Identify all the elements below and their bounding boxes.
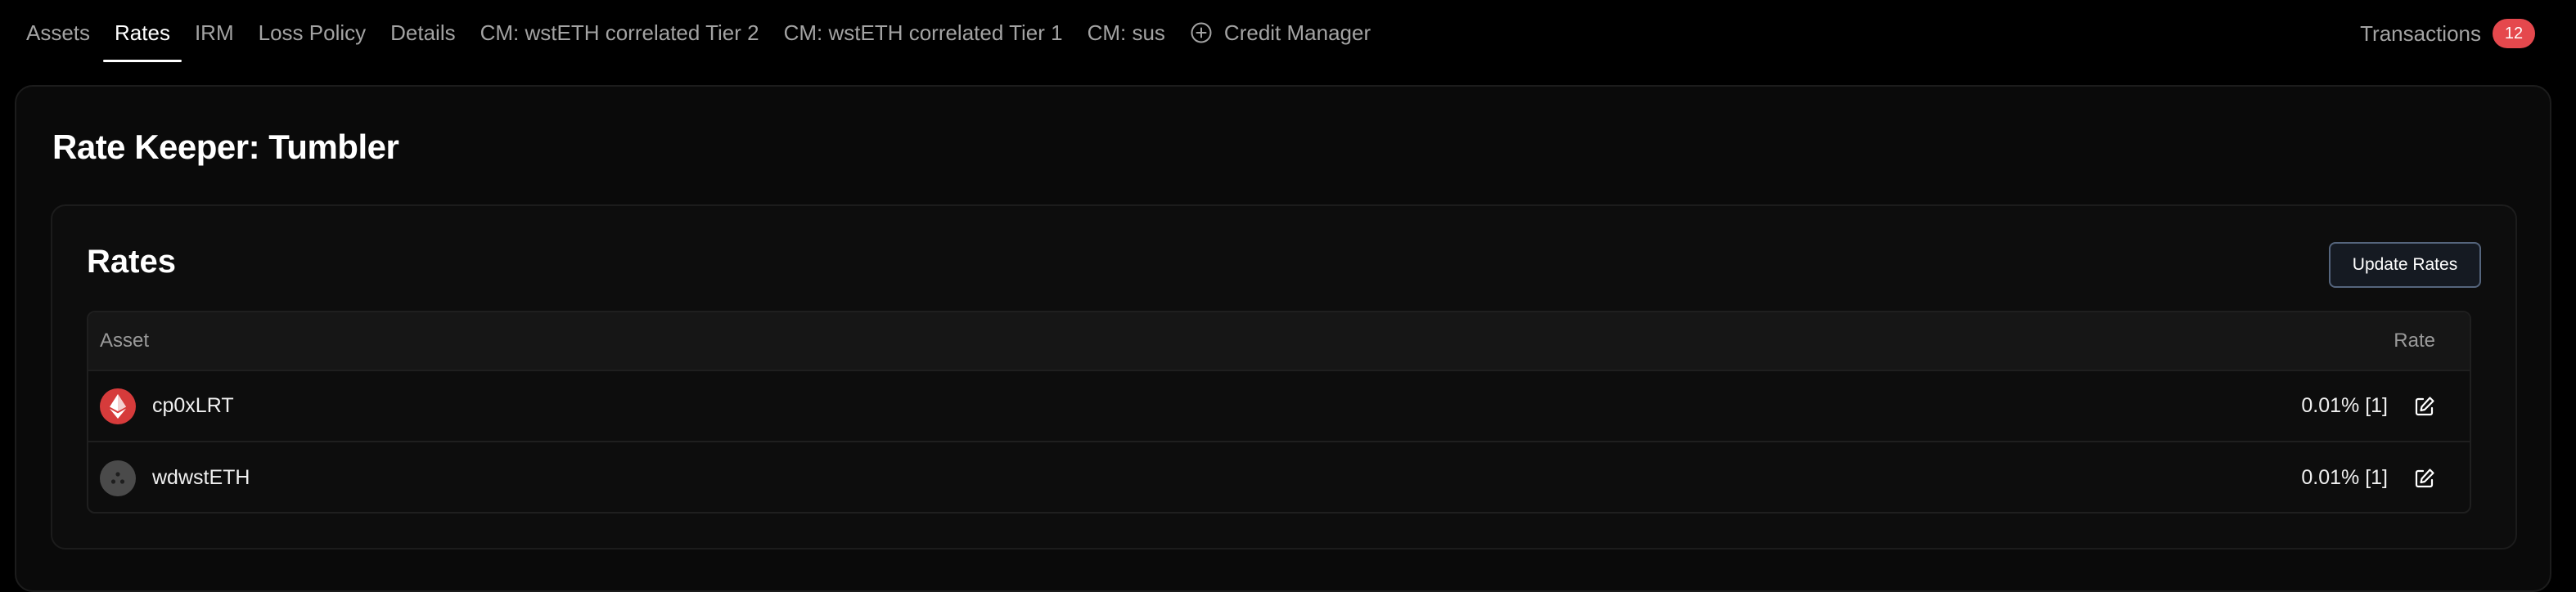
table-row: cp0xLRT 0.01% [1] <box>88 371 2470 442</box>
tab-credit-manager[interactable]: Credit Manager <box>1190 0 1371 65</box>
ethereum-icon <box>100 388 136 424</box>
tab-cm-wsteth-tier-2[interactable]: CM: wstETH correlated Tier 2 <box>480 0 759 65</box>
transactions-label: Transactions <box>2360 20 2481 46</box>
transactions-button[interactable]: Transactions 12 <box>2360 18 2535 49</box>
edit-icon[interactable] <box>2412 466 2437 491</box>
tab-loss-policy[interactable]: Loss Policy <box>259 0 367 65</box>
generic-token-icon <box>100 460 136 496</box>
asset-cell: cp0xLRT <box>100 388 234 424</box>
tab-irm[interactable]: IRM <box>195 0 234 65</box>
tab-cm-wsteth-tier-1[interactable]: CM: wstETH correlated Tier 1 <box>784 0 1063 65</box>
top-navigation: Assets Rates IRM Loss Policy Details CM:… <box>0 0 2576 65</box>
update-rates-button[interactable]: Update Rates <box>2329 242 2481 288</box>
rates-table: Asset Rate cp0xLRT 0.01% [1] wdwstETH 0.… <box>87 311 2471 514</box>
tab-credit-manager-label: Credit Manager <box>1223 20 1371 45</box>
rate-cell: 0.01% [1] <box>2301 394 2437 419</box>
rates-heading: Rates <box>87 244 176 280</box>
asset-name: wdwstETH <box>152 466 250 489</box>
table-header: Asset Rate <box>88 312 2470 371</box>
rate-keeper-panel: Rate Keeper: Tumbler Rates Update Rates … <box>15 85 2551 592</box>
tab-assets[interactable]: Assets <box>26 0 90 65</box>
rate-value: 0.01% [1] <box>2301 466 2388 489</box>
tab-rates[interactable]: Rates <box>103 0 182 65</box>
tab-cm-sus[interactable]: CM: sus <box>1088 0 1165 65</box>
asset-cell: wdwstETH <box>100 460 250 496</box>
rate-cell: 0.01% [1] <box>2301 466 2437 491</box>
column-header-asset: Asset <box>100 330 150 352</box>
column-header-rate: Rate <box>2394 330 2435 352</box>
page-title: Rate Keeper: Tumbler <box>52 128 399 166</box>
edit-icon[interactable] <box>2412 394 2437 419</box>
transactions-count-badge: 12 <box>2493 19 2535 48</box>
plus-circle-icon <box>1190 21 1213 44</box>
tab-details[interactable]: Details <box>390 0 455 65</box>
rate-value: 0.01% [1] <box>2301 394 2388 417</box>
table-row: wdwstETH 0.01% [1] <box>88 442 2470 512</box>
rates-card: Rates Update Rates Asset Rate cp0xLRT 0.… <box>51 204 2517 549</box>
asset-name: cp0xLRT <box>152 394 234 417</box>
